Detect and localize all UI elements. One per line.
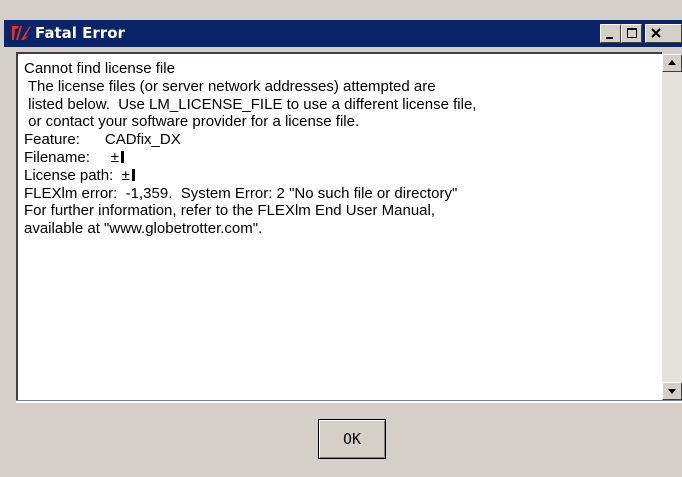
message-line: FLEXlm error: -1,359. System Error: 2 "N…	[24, 184, 458, 202]
arrow-down-icon	[668, 389, 676, 394]
maximize-icon	[627, 28, 637, 38]
message-line: or contact your software provider for a …	[24, 113, 360, 131]
message-line-wrapper: License path: ±	[24, 167, 654, 185]
message-text: Cannot find license file The license fil…	[24, 60, 654, 238]
maximize-button[interactable]	[621, 24, 642, 43]
window-title: Fatal Error	[35, 24, 125, 42]
ok-button[interactable]: OK	[318, 419, 386, 459]
button-bar: OK	[16, 404, 682, 477]
message-line: available at "www.globetrotter.com".	[24, 220, 263, 238]
fatal-error-dialog: Fatal Error Cannot find license file The…	[0, 0, 682, 477]
close-button[interactable]	[645, 24, 682, 43]
close-icon	[651, 28, 661, 38]
message-line: listed below. Use LM_LICENSE_FILE to use…	[24, 95, 477, 113]
message-line: License path: ±	[24, 166, 130, 184]
minimize-button[interactable]	[600, 24, 621, 43]
scroll-down-button[interactable]	[662, 382, 682, 400]
title-bar[interactable]: Fatal Error	[4, 20, 682, 47]
vertical-scrollbar[interactable]	[662, 52, 682, 400]
message-line: Feature: CADfix_DX	[24, 131, 181, 149]
unprintable-char-glyph	[120, 150, 124, 163]
message-line-wrapper: Filename: ±	[24, 149, 654, 167]
message-line: Cannot find license file	[24, 60, 175, 77]
minimize-icon	[606, 37, 613, 39]
scroll-up-button[interactable]	[662, 54, 682, 72]
arrow-up-icon	[668, 60, 676, 65]
tk-feather-icon	[10, 23, 32, 43]
message-line: Filename: ±	[24, 148, 119, 166]
message-line: For further information, refer to the FL…	[24, 202, 435, 220]
divider	[16, 400, 682, 403]
scroll-track[interactable]	[662, 72, 682, 382]
message-text-area[interactable]: Cannot find license file The license fil…	[16, 52, 682, 400]
message-line: The license files (or server network add…	[24, 77, 436, 95]
unprintable-char-glyph	[131, 168, 135, 181]
